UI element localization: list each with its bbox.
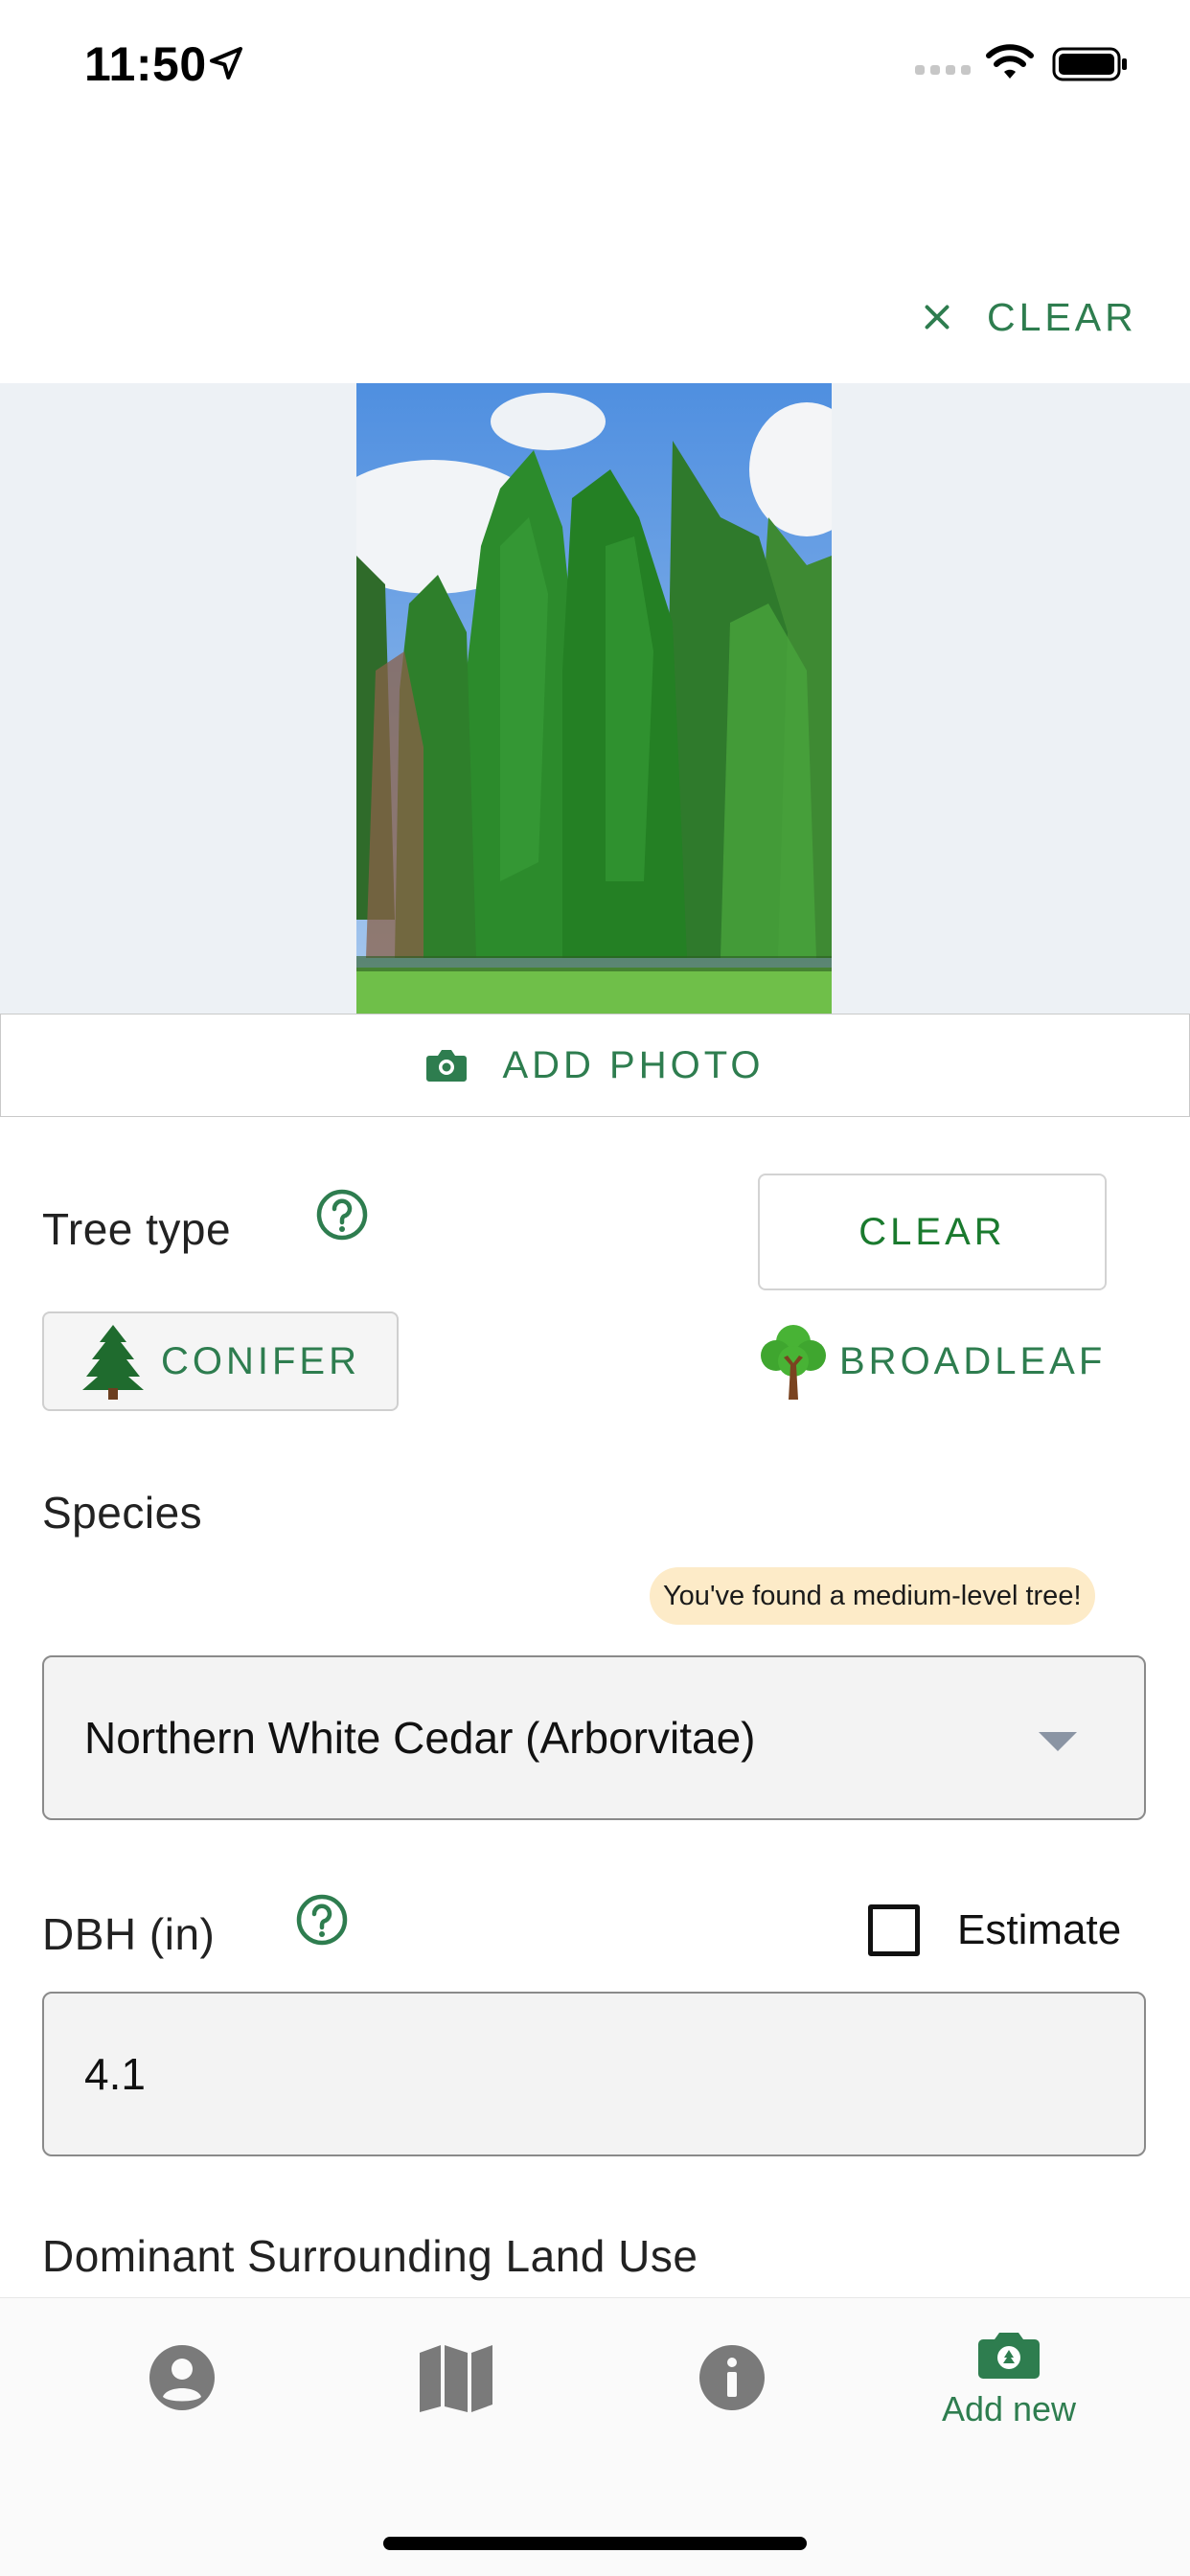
dbh-label: DBH (in)	[42, 1909, 216, 1959]
estimate-label[interactable]: Estimate	[957, 1906, 1121, 1954]
tree-level-badge: You've found a medium-level tree!	[650, 1567, 1095, 1625]
cellular-signal-icon	[915, 65, 971, 75]
tree-photo[interactable]	[356, 383, 832, 1014]
species-label: Species	[42, 1488, 203, 1538]
clear-form-button[interactable]: CLEAR	[920, 287, 1137, 347]
add-photo-button[interactable]: ADD PHOTO	[0, 1014, 1190, 1117]
species-selected-value: Northern White Cedar (Arborvitae)	[84, 1713, 756, 1763]
clear-form-label: CLEAR	[987, 294, 1137, 339]
dropdown-caret-icon	[1039, 1732, 1077, 1751]
dbh-input[interactable]: 4.1	[42, 1992, 1146, 2156]
land-use-label: Dominant Surrounding Land Use	[42, 2231, 698, 2281]
battery-icon	[1052, 47, 1127, 81]
broadleaf-icon	[761, 1325, 826, 1400]
tree-type-label: Tree type	[42, 1204, 232, 1254]
species-select[interactable]: Northern White Cedar (Arborvitae)	[42, 1655, 1146, 1820]
add-photo-label: ADD PHOTO	[502, 1043, 765, 1086]
broadleaf-toggle[interactable]: BROADLEAF	[757, 1311, 1106, 1411]
map-icon[interactable]	[418, 2341, 494, 2414]
conifer-label: CONIFER	[161, 1339, 360, 1382]
location-arrow-icon	[210, 47, 242, 80]
conifer-toggle[interactable]: CONIFER	[42, 1311, 399, 1411]
broadleaf-label: BROADLEAF	[839, 1339, 1107, 1382]
info-icon[interactable]	[698, 2343, 767, 2412]
camera-icon	[426, 1050, 468, 1082]
add-new-camera-icon	[978, 2333, 1040, 2379]
close-icon	[925, 305, 950, 330]
wifi-icon	[986, 44, 1034, 79]
clear-tree-type-button[interactable]: CLEAR	[758, 1174, 1107, 1290]
tree-type-help-icon[interactable]	[315, 1188, 369, 1242]
estimate-checkbox[interactable]	[868, 1904, 920, 1956]
dbh-value: 4.1	[84, 2049, 146, 2099]
tab-add-new[interactable]: Add new	[920, 2330, 1098, 2429]
home-indicator[interactable]	[383, 2537, 807, 2550]
tab-add-new-label: Add new	[941, 2389, 1077, 2428]
status-time: 11:50	[84, 37, 207, 91]
dbh-help-icon[interactable]	[295, 1893, 349, 1947]
profile-icon[interactable]	[148, 2343, 217, 2412]
conifer-icon	[82, 1325, 144, 1400]
